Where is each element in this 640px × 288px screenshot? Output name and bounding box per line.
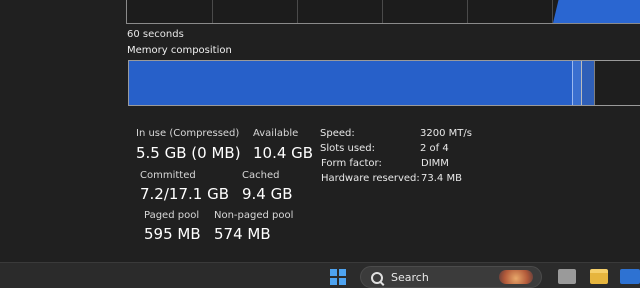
cached-label: Cached [242, 170, 280, 181]
app-icon[interactable] [620, 269, 640, 284]
form-factor-label: Form factor: [321, 158, 382, 169]
slots-used-value: 2 of 4 [420, 143, 449, 154]
slots-used-label: Slots used: [320, 143, 375, 154]
speed-value: 3200 MT/s [420, 128, 472, 139]
composition-standby-segment[interactable] [582, 61, 595, 105]
speed-label: Speed: [320, 128, 355, 139]
memory-composition-title: Memory composition [127, 45, 232, 56]
hardware-reserved-label: Hardware reserved: [321, 173, 420, 184]
in-use-value: 5.5 GB (0 MB) [136, 144, 241, 162]
search-highlight-icon [499, 270, 533, 284]
task-manager-memory-view: 60 seconds Memory composition In use (Co… [0, 0, 640, 288]
non-paged-pool-label: Non-paged pool [214, 210, 294, 221]
paged-pool-value: 595 MB [144, 225, 201, 243]
paged-pool-label: Paged pool [144, 210, 200, 221]
search-label: Search [391, 271, 429, 284]
composition-in-use-segment[interactable] [129, 61, 573, 105]
in-use-label: In use (Compressed) [136, 128, 240, 139]
graph-time-label: 60 seconds [127, 29, 184, 40]
committed-value: 7.2/17.1 GB [140, 185, 229, 203]
available-label: Available [253, 128, 299, 139]
taskbar-search-box[interactable]: Search [360, 266, 542, 288]
hardware-reserved-value: 73.4 MB [421, 173, 462, 184]
taskbar: Search [0, 262, 640, 288]
search-icon [371, 272, 383, 284]
windows-start-icon[interactable] [330, 269, 346, 285]
file-explorer-icon[interactable] [590, 269, 608, 284]
committed-label: Committed [140, 170, 196, 181]
memory-composition-bar[interactable] [128, 60, 640, 106]
available-value: 10.4 GB [253, 144, 314, 162]
composition-free-segment[interactable] [595, 61, 640, 105]
cached-value: 9.4 GB [242, 185, 293, 203]
non-paged-pool-value: 574 MB [214, 225, 271, 243]
memory-usage-fill [553, 0, 640, 23]
app-icon[interactable] [558, 269, 576, 284]
memory-usage-graph [126, 0, 640, 24]
composition-modified-segment[interactable] [573, 61, 582, 105]
form-factor-value: DIMM [421, 158, 449, 169]
